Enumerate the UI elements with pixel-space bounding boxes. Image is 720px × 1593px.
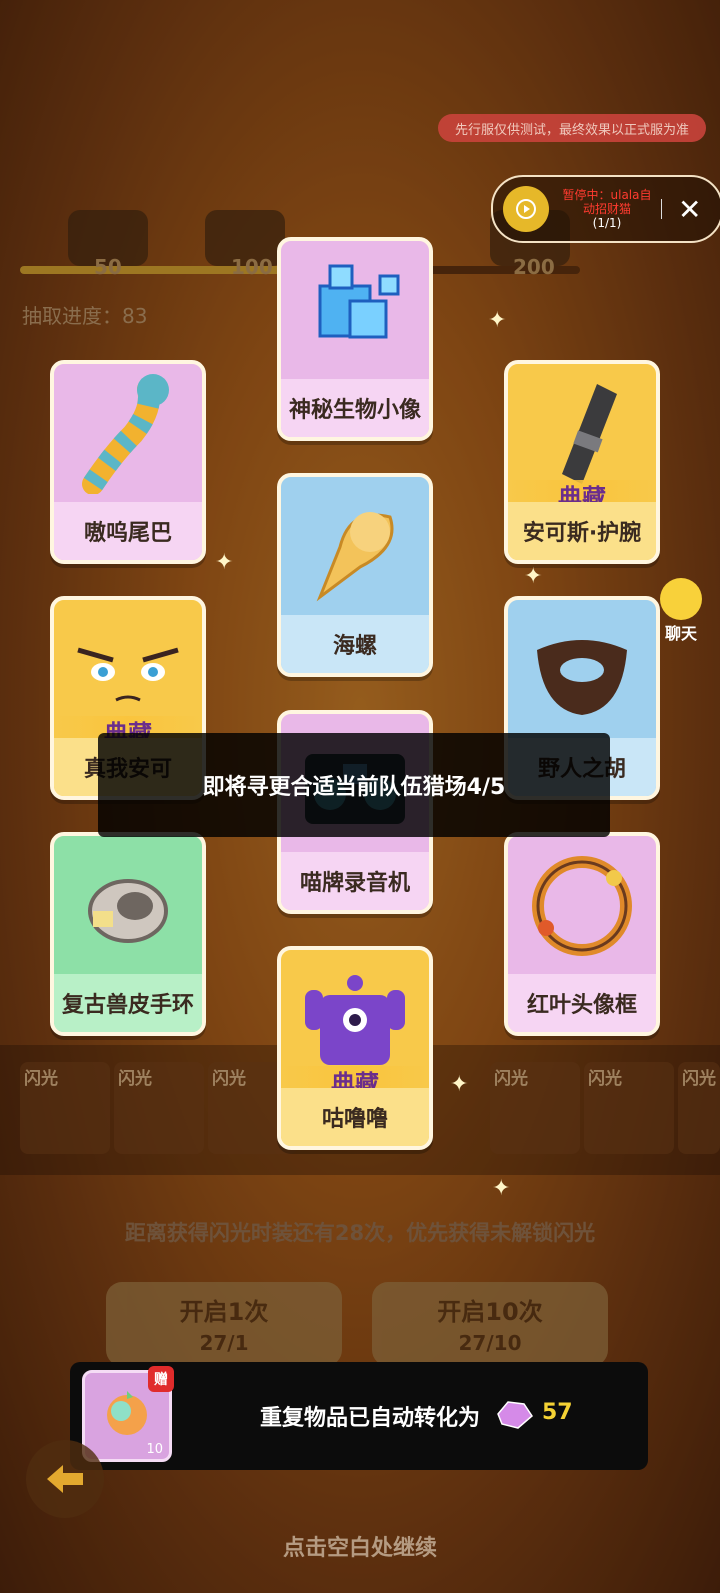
play-icon[interactable] (503, 186, 549, 232)
conch-icon (281, 477, 429, 617)
close-icon[interactable]: ✕ (678, 193, 701, 226)
conversion-notice: 10 赠 重复物品已自动转化为 57 (70, 1362, 648, 1470)
cube-creature-icon (281, 241, 429, 381)
chat-button[interactable]: 聊天 (648, 578, 714, 643)
leaf-frame-icon (508, 836, 656, 976)
test-server-banner: 先行服仅供测试，最终效果以正式服为准 (438, 114, 706, 142)
gem-fruit-icon (107, 1391, 147, 1435)
back-button[interactable] (26, 1440, 104, 1518)
gift-badge: 赠 (148, 1366, 174, 1392)
reward-card[interactable]: 典藏 安可斯·护腕 (504, 360, 660, 564)
reward-card[interactable]: 复古兽皮手环 (50, 832, 206, 1036)
script-status: 暂停中：ulala自动招财猫 (1/1) (562, 188, 652, 230)
reward-card[interactable]: 嗷呜尾巴 (50, 360, 206, 564)
tail-icon (54, 364, 202, 504)
item-quantity: 10 (146, 1442, 163, 1457)
toast-message: 即将寻更合适当前队伍猎场4/5 (98, 733, 610, 837)
reward-card[interactable]: 红叶头像框 (504, 832, 660, 1036)
conversion-text: 重复物品已自动转化为 (260, 1406, 481, 1431)
reward-card[interactable]: 神秘生物小像 (277, 237, 433, 441)
back-arrow-icon (47, 1465, 83, 1493)
crystal-icon (497, 1401, 533, 1429)
sparkle-icon: ✦ (524, 564, 543, 589)
beard-icon (508, 600, 656, 740)
divider (661, 199, 662, 219)
reward-card[interactable]: 海螺 (277, 473, 433, 677)
tap-to-continue: 点击空白处继续 (282, 1536, 437, 1561)
crystal-amount: 57 (542, 1400, 573, 1425)
sparkle-icon: ✦ (488, 308, 507, 333)
bracelet-icon (54, 836, 202, 976)
sparkle-icon: ✦ (450, 1072, 469, 1097)
sparkle-icon: ✦ (492, 1176, 511, 1201)
reward-card[interactable]: 典藏 咕噜噜 (277, 946, 433, 1150)
chat-face-icon (660, 578, 702, 620)
auto-script-widget: 暂停中：ulala自动招财猫 (1/1) ✕ (491, 175, 720, 243)
sparkle-icon: ✦ (215, 550, 234, 575)
